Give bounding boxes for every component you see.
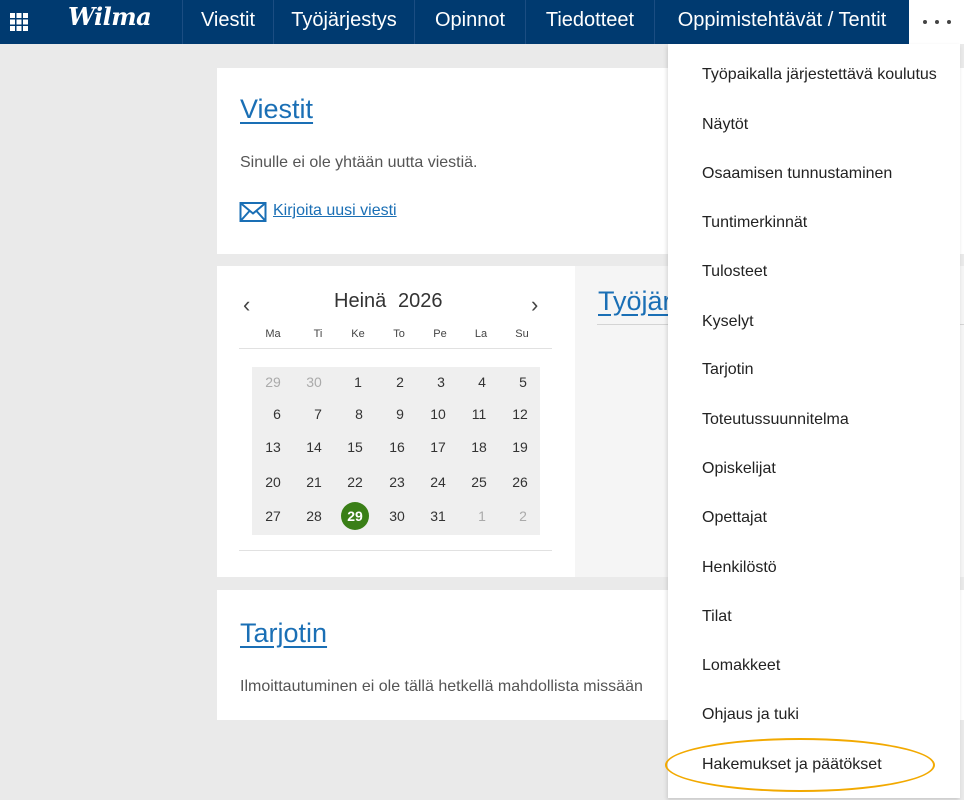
ellipsis-icon <box>947 20 951 24</box>
nav-tyojarjestys[interactable]: Työjärjestys <box>273 0 414 44</box>
calendar-day[interactable]: 17 <box>423 434 453 460</box>
menu-item-competence-recognition[interactable]: Osaamisen tunnustaminen <box>702 164 892 184</box>
calendar-day[interactable]: 10 <box>423 401 453 427</box>
calendar-day[interactable]: 2 <box>385 369 415 395</box>
calendar-day[interactable]: 2 <box>508 503 538 529</box>
calendar-day[interactable]: 1 <box>343 369 373 395</box>
weekday-label: To <box>393 328 405 340</box>
calendar-day[interactable]: 16 <box>382 434 412 460</box>
calendar-card: ‹ Heinä 2026 › Ma Ti Ke To Pe La Su 29 3… <box>217 266 575 577</box>
weekday-label: La <box>474 328 488 340</box>
more-menu-button[interactable] <box>909 0 964 44</box>
top-navigation: Wilma Viestit Työjärjestys Opinnot Tiedo… <box>0 0 964 44</box>
weekday-label: Su <box>515 328 529 340</box>
calendar-day[interactable]: 29 <box>258 369 288 395</box>
calendar-day[interactable]: 8 <box>344 401 374 427</box>
weekday-label: Ma <box>265 328 281 340</box>
calendar-day[interactable]: 27 <box>258 503 288 529</box>
menu-item-teachers[interactable]: Opettajat <box>702 508 767 528</box>
calendar-day[interactable]: 5 <box>508 369 538 395</box>
menu-item-demonstrations[interactable]: Näytöt <box>702 115 748 135</box>
menu-item-hour-entries[interactable]: Tuntimerkinnät <box>702 213 807 233</box>
calendar-day[interactable]: 3 <box>426 369 456 395</box>
calendar-day[interactable]: 13 <box>258 434 288 460</box>
more-menu-dropdown: Työpaikalla järjestettävä koulutus Näytö… <box>668 44 960 798</box>
schedule-title[interactable]: Työjär <box>598 286 672 317</box>
calendar-day[interactable]: 24 <box>423 469 453 495</box>
calendar-day[interactable]: 25 <box>464 469 494 495</box>
menu-item-applications-decisions[interactable]: Hakemukset ja päätökset <box>702 755 882 775</box>
ellipsis-icon <box>923 20 927 24</box>
calendar-day[interactable]: 26 <box>505 469 535 495</box>
ellipsis-icon <box>935 20 939 24</box>
calendar-day[interactable]: 11 <box>464 401 494 427</box>
calendar-day-today[interactable]: 29 <box>341 502 369 530</box>
divider <box>239 348 552 349</box>
calendar-day[interactable]: 14 <box>299 434 329 460</box>
calendar-day[interactable]: 19 <box>505 434 535 460</box>
calendar-day[interactable]: 6 <box>262 401 292 427</box>
messages-title[interactable]: Viestit <box>240 94 313 125</box>
menu-item-offering[interactable]: Tarjotin <box>702 360 754 380</box>
menu-item-printouts[interactable]: Tulosteet <box>702 262 767 282</box>
envelope-icon <box>239 202 267 222</box>
offering-status-text: Ilmoittautuminen ei ole tällä hetkellä m… <box>240 678 643 695</box>
calendar-day[interactable]: 7 <box>303 401 333 427</box>
menu-item-rooms[interactable]: Tilat <box>702 607 732 627</box>
nav-opinnot[interactable]: Opinnot <box>414 0 525 44</box>
calendar-day[interactable]: 23 <box>382 469 412 495</box>
calendar-day[interactable]: 21 <box>299 469 329 495</box>
nav-tiedotteet[interactable]: Tiedotteet <box>525 0 654 44</box>
menu-item-forms[interactable]: Lomakkeet <box>702 656 780 676</box>
menu-item-students[interactable]: Opiskelijat <box>702 459 776 479</box>
prev-month-button[interactable]: ‹ <box>243 290 250 320</box>
divider <box>239 550 552 551</box>
calendar-day[interactable]: 4 <box>467 369 497 395</box>
compose-message-label: Kirjoita uusi viesti <box>273 202 397 219</box>
calendar-day[interactable]: 20 <box>258 469 288 495</box>
messages-empty-text: Sinulle ei ole yhtään uutta viestiä. <box>240 154 478 171</box>
calendar-day[interactable]: 31 <box>423 503 453 529</box>
menu-item-guidance-support[interactable]: Ohjaus ja tuki <box>702 705 799 725</box>
grid-icon[interactable] <box>8 11 30 33</box>
calendar-day[interactable]: 12 <box>505 401 535 427</box>
calendar-day[interactable]: 28 <box>299 503 329 529</box>
calendar-day[interactable]: 1 <box>467 503 497 529</box>
menu-item-workplace-training[interactable]: Työpaikalla järjestettävä koulutus <box>702 65 937 85</box>
menu-item-staff[interactable]: Henkilöstö <box>702 558 777 578</box>
weekday-label: Ke <box>351 328 365 340</box>
nav-oppimistehtavat-tentit[interactable]: Oppimistehtävät / Tentit <box>654 0 909 44</box>
offering-title[interactable]: Tarjotin <box>240 618 327 649</box>
calendar-day[interactable]: 18 <box>464 434 494 460</box>
nav-viestit[interactable]: Viestit <box>182 0 273 44</box>
calendar-day[interactable]: 15 <box>340 434 370 460</box>
calendar-day[interactable]: 30 <box>299 369 329 395</box>
menu-item-implementation-plan[interactable]: Toteutussuunnitelma <box>702 410 849 430</box>
wilma-logo[interactable]: Wilma <box>68 2 152 31</box>
calendar-day[interactable]: 9 <box>385 401 415 427</box>
next-month-button[interactable]: › <box>531 290 538 320</box>
calendar-month: Heinä <box>334 290 387 312</box>
weekday-label: Ti <box>313 328 323 340</box>
menu-item-surveys[interactable]: Kyselyt <box>702 312 754 332</box>
calendar-year: 2026 <box>398 290 443 312</box>
calendar-day[interactable]: 30 <box>382 503 412 529</box>
weekday-label: Pe <box>433 328 447 340</box>
calendar-day[interactable]: 22 <box>340 469 370 495</box>
